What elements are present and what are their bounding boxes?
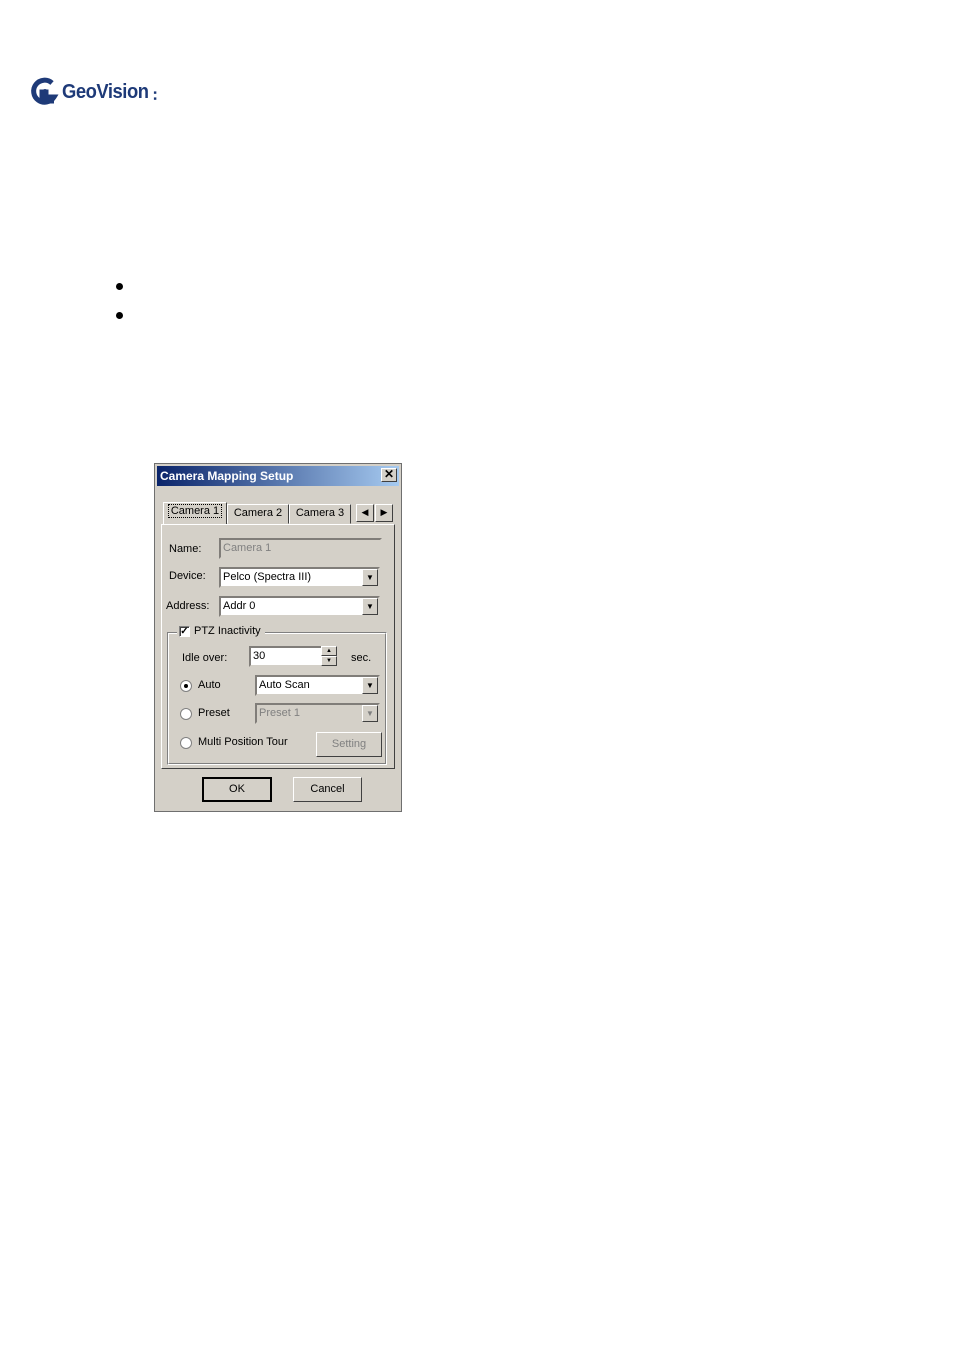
ptz-inactivity-checkbox[interactable]: ✓ PTZ Inactivity (177, 625, 265, 637)
geovision-logo-mark-icon (31, 77, 59, 105)
address-value: Addr 0 (223, 600, 256, 612)
auto-radio[interactable] (180, 680, 192, 692)
idle-over-input[interactable]: 30 (249, 646, 323, 667)
tab-label: Camera 3 (295, 507, 345, 519)
checkmark-icon: ✓ (179, 625, 190, 637)
multi-position-tour-label: Multi Position Tour (198, 736, 288, 748)
geovision-logo: GeoVision ■■ (30, 74, 158, 110)
ok-button-label: OK (229, 783, 245, 795)
address-label: Address: (166, 600, 210, 612)
chevron-down-icon[interactable]: ▼ (362, 598, 378, 615)
idle-over-label: Idle over: (182, 652, 228, 664)
setting-button-label: Setting (331, 738, 367, 750)
address-select[interactable]: Addr 0 ▼ (219, 596, 380, 617)
arrow-left-icon: ◀ (361, 507, 369, 517)
bullet-marker (116, 283, 123, 290)
chevron-down-icon[interactable]: ▼ (362, 569, 378, 586)
idle-over-stepper[interactable]: ▲ ▼ (321, 646, 337, 667)
spin-down-icon[interactable]: ▼ (321, 656, 337, 666)
chevron-down-icon: ▼ (362, 705, 378, 722)
tab-label: Camera 2 (233, 507, 283, 519)
tab-scroll-right-button[interactable]: ▶ (375, 504, 393, 522)
tab-camera-1[interactable]: Camera 1 (163, 502, 227, 524)
name-value: Camera 1 (223, 542, 272, 554)
idle-over-value: 30 (253, 650, 266, 662)
name-label: Name: (169, 543, 202, 555)
arrow-right-icon: ▶ (380, 507, 388, 517)
camera-mapping-setup-dialog: Camera Mapping Setup ✕ Camera 1 Camera 2… (154, 463, 402, 812)
preset-select: Preset 1 ▼ (255, 703, 380, 724)
close-icon: ✕ (383, 467, 395, 481)
name-input: Camera 1 (219, 538, 382, 559)
cancel-button-label: Cancel (310, 783, 345, 795)
auto-mode-value: Auto Scan (259, 679, 310, 691)
ptz-inactivity-label: PTZ Inactivity (194, 625, 261, 637)
auto-mode-select[interactable]: Auto Scan ▼ (255, 675, 380, 696)
logo-trademark-icon: ■■ (152, 90, 159, 102)
geovision-logo-text: GeoVision (62, 80, 149, 103)
chevron-down-icon[interactable]: ▼ (362, 677, 378, 694)
bullet-marker (116, 312, 123, 319)
tab-label: Camera 1 (167, 504, 223, 518)
auto-label: Auto (198, 679, 221, 691)
device-label: Device: (169, 570, 206, 582)
cancel-button[interactable]: Cancel (293, 777, 362, 802)
idle-unit-label: sec. (351, 652, 372, 664)
multi-position-tour-radio[interactable] (180, 737, 192, 749)
preset-value: Preset 1 (259, 707, 300, 719)
preset-radio[interactable] (180, 708, 192, 720)
tab-scroll-left-button[interactable]: ◀ (356, 504, 374, 522)
spin-up-icon[interactable]: ▲ (321, 646, 337, 656)
dialog-title: Camera Mapping Setup (160, 469, 294, 483)
tab-camera-2[interactable]: Camera 2 (227, 504, 289, 524)
device-select[interactable]: Pelco (Spectra III) ▼ (219, 567, 380, 588)
dialog-titlebar[interactable]: Camera Mapping Setup ✕ (157, 466, 399, 486)
ok-button[interactable]: OK (202, 777, 272, 802)
close-button[interactable]: ✕ (381, 468, 397, 482)
setting-button: Setting (316, 732, 382, 757)
preset-label: Preset (198, 707, 230, 719)
device-value: Pelco (Spectra III) (223, 571, 312, 583)
tab-camera-3[interactable]: Camera 3 (289, 504, 351, 524)
